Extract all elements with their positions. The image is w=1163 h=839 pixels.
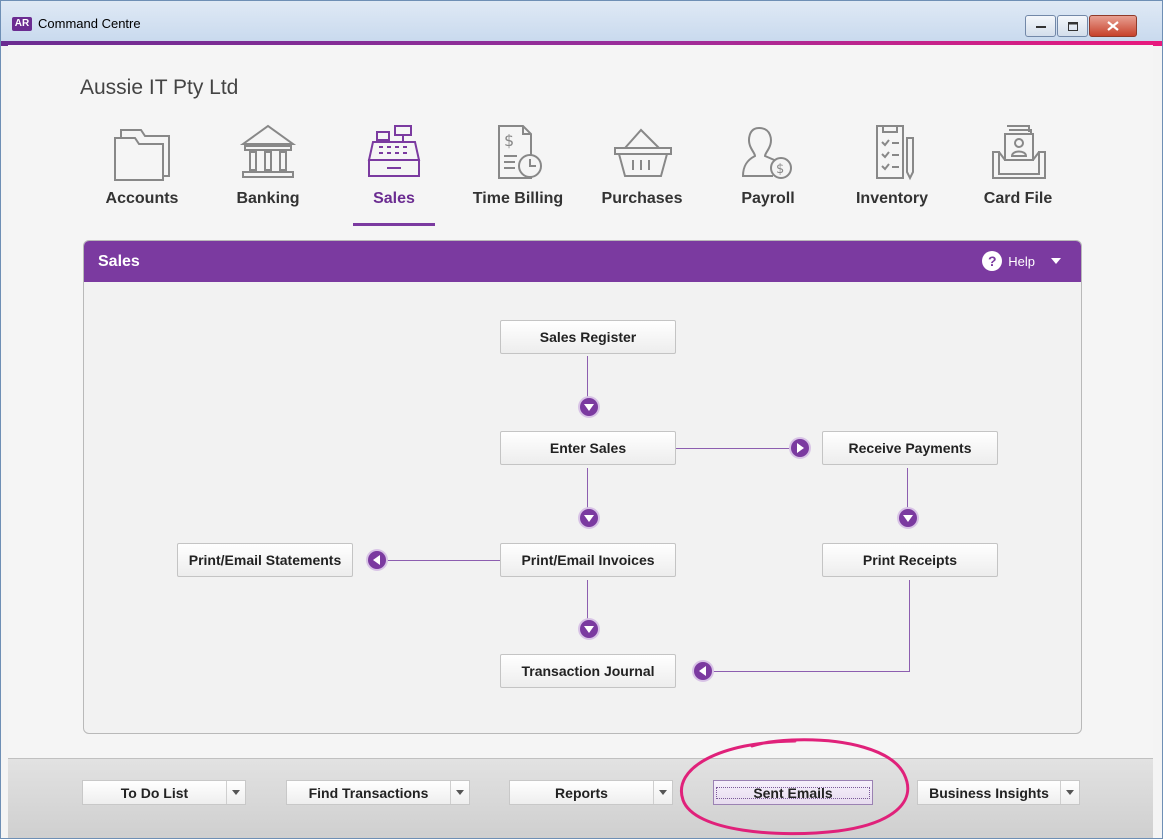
svg-text:$: $: [776, 162, 784, 177]
sent-emails-button[interactable]: Sent Emails: [713, 780, 873, 805]
folder-icon: [114, 129, 170, 181]
minimize-button[interactable]: [1025, 15, 1056, 37]
payroll-person-icon: $: [741, 127, 792, 179]
close-button[interactable]: [1089, 15, 1137, 37]
print-email-statements-button[interactable]: Print/Email Statements: [177, 543, 353, 577]
app-logo: AR: [12, 17, 32, 31]
minimize-icon: [1035, 26, 1046, 28]
print-receipts-button[interactable]: Print Receipts: [822, 543, 998, 577]
business-insights-label: Business Insights: [929, 784, 1049, 801]
find-transactions-dropdown[interactable]: [450, 781, 469, 804]
nav-accounts[interactable]: Accounts: [87, 122, 197, 232]
help-icon: ?: [982, 251, 1003, 271]
todo-list-button[interactable]: To Do List: [82, 780, 246, 805]
help-label: Help: [1008, 253, 1035, 269]
nav-label-payroll: Payroll: [741, 190, 795, 207]
arrow-left-icon: [368, 551, 386, 569]
find-transactions-button[interactable]: Find Transactions: [286, 780, 470, 805]
svg-text:$: $: [504, 131, 514, 150]
enter-sales-button[interactable]: Enter Sales: [500, 431, 676, 465]
chevron-down-icon: [1051, 258, 1061, 264]
find-transactions-label: Find Transactions: [308, 784, 429, 801]
nav-label-inventory: Inventory: [855, 190, 928, 207]
title-bar[interactable]: AR Command Centre: [1, 1, 1162, 41]
reports-button[interactable]: Reports: [509, 780, 673, 805]
nav-inventory[interactable]: Inventory: [837, 122, 947, 232]
bank-icon: [239, 124, 297, 178]
nav-label-banking: Banking: [236, 190, 300, 207]
sales-register-button[interactable]: Sales Register: [500, 320, 676, 354]
close-icon: [1107, 21, 1119, 31]
maximize-button[interactable]: [1057, 15, 1088, 37]
nav-sales[interactable]: Sales: [339, 122, 449, 232]
nav-time-billing[interactable]: $ Time Billing: [463, 122, 573, 232]
nav-label-sales: Sales: [373, 190, 415, 207]
connector-line: [676, 448, 794, 449]
nav-purchases[interactable]: Purchases: [587, 122, 697, 232]
arrow-down-icon: [899, 509, 917, 527]
panel-title: Sales: [98, 253, 140, 270]
connector-line: [587, 580, 588, 620]
connector-line: [907, 468, 908, 508]
print-email-invoices-button[interactable]: Print/Email Invoices: [500, 543, 676, 577]
nav-label-purchases: Purchases: [601, 190, 683, 207]
chevron-down-icon: [659, 790, 667, 795]
nav-label-time-billing: Time Billing: [472, 190, 564, 207]
sent-emails-label: Sent Emails: [714, 785, 872, 801]
basket-icon: [614, 128, 672, 177]
connector-line: [385, 560, 500, 561]
cash-register-icon: [367, 125, 421, 177]
arrow-down-icon: [580, 620, 598, 638]
nav-payroll[interactable]: $ Payroll: [713, 122, 823, 232]
connector-line: [909, 580, 910, 671]
arrow-left-icon: [694, 662, 712, 680]
transaction-journal-button[interactable]: Transaction Journal: [500, 654, 676, 688]
arrow-right-icon: [791, 439, 809, 457]
inventory-clipboard-icon: [876, 125, 914, 181]
business-insights-button[interactable]: Business Insights: [917, 780, 1080, 805]
card-file-icon: [992, 125, 1046, 179]
help-menu[interactable]: ? Help: [982, 251, 1061, 271]
maximize-icon: [1067, 21, 1078, 31]
active-tab-indicator: [353, 223, 435, 226]
nav-card-file[interactable]: Card File: [963, 122, 1073, 232]
todo-list-label: To Do List: [120, 784, 189, 801]
chevron-down-icon: [232, 790, 240, 795]
chevron-down-icon: [456, 790, 464, 795]
connector-line: [587, 468, 588, 508]
connector-line: [712, 671, 910, 672]
time-billing-icon: $: [498, 125, 542, 179]
business-insights-dropdown[interactable]: [1060, 781, 1079, 804]
company-name: Aussie IT Pty Ltd: [80, 76, 239, 99]
arrow-down-icon: [580, 398, 598, 416]
window-title: Command Centre: [38, 16, 141, 31]
nav-label-accounts: Accounts: [105, 190, 179, 207]
reports-label: Reports: [555, 784, 608, 801]
nav-label-card-file: Card File: [983, 190, 1053, 207]
reports-dropdown[interactable]: [653, 781, 672, 804]
connector-line: [587, 356, 588, 397]
panel-header: Sales ? Help: [84, 241, 1081, 282]
arrow-down-icon: [580, 509, 598, 527]
nav-banking[interactable]: Banking: [213, 122, 323, 232]
receive-payments-button[interactable]: Receive Payments: [822, 431, 998, 465]
chevron-down-icon: [1066, 790, 1074, 795]
todo-list-dropdown[interactable]: [226, 781, 245, 804]
